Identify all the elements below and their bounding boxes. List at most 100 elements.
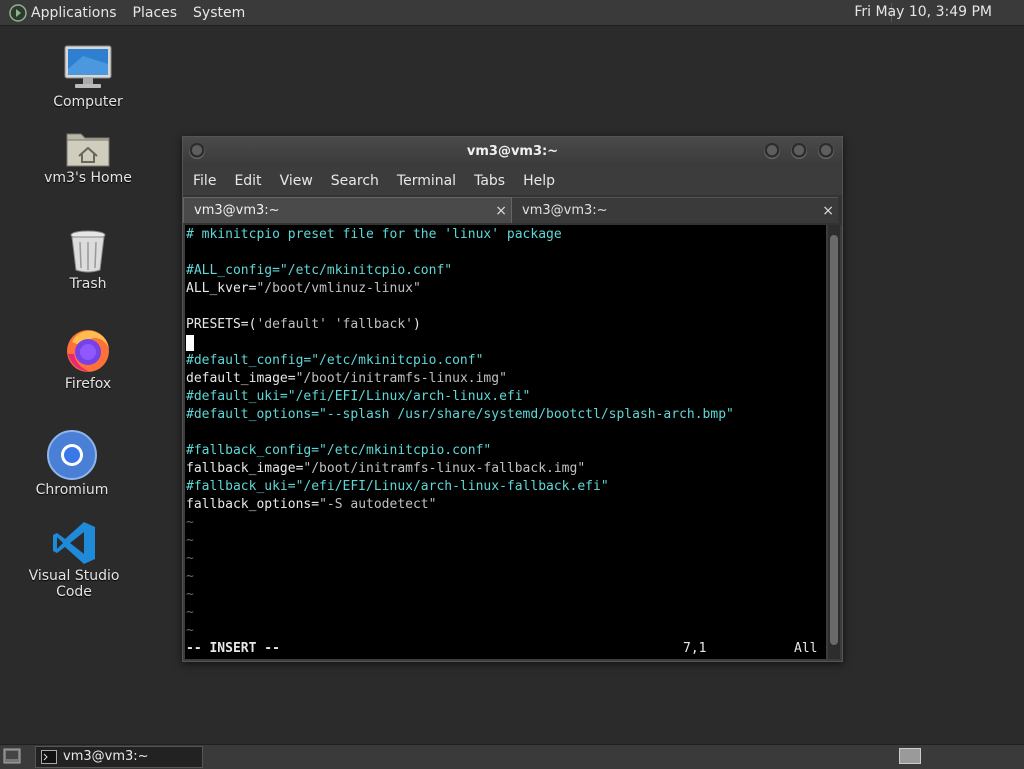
tab-1[interactable]: vm3@vm3:~ × — [183, 197, 512, 223]
tab-bar: vm3@vm3:~ × vm3@vm3:~ × — [183, 195, 842, 225]
clock[interactable]: Fri May 10, 3:49 PM — [854, 4, 992, 20]
editor-line: #fallback_uki="/efi/EFI/Linux/arch-linux… — [186, 478, 609, 496]
menu-terminal[interactable]: Terminal — [397, 173, 456, 189]
maximize-button[interactable] — [791, 143, 807, 159]
system-menu[interactable]: System — [193, 5, 245, 21]
tab-close-icon[interactable]: × — [495, 198, 507, 224]
vscode-icon — [53, 522, 95, 564]
tab-2[interactable]: vm3@vm3:~ × — [512, 197, 838, 223]
empty-line-marker: ~ — [186, 551, 194, 566]
editor-text: #default_uki="/efi/EFI/Linux/arch-linux.… — [186, 389, 531, 404]
editor-text: default_image= — [186, 371, 296, 386]
editor-line: # mkinitcpio preset file for the 'linux'… — [186, 226, 562, 244]
empty-line-marker: ~ — [186, 515, 194, 530]
editor-text: "/boot/vmlinuz-linux" — [256, 281, 421, 296]
menu-search[interactable]: Search — [331, 173, 379, 189]
desktop-icon-home[interactable]: vm3's Home — [28, 128, 148, 186]
window-titlebar[interactable]: vm3@vm3:~ — [183, 137, 842, 167]
empty-line-marker: ~ — [186, 623, 194, 638]
window-title: vm3@vm3:~ — [466, 144, 559, 159]
desktop-icon-vscode[interactable]: Visual Studio Code — [14, 520, 134, 600]
terminal-text-area[interactable]: -- INSERT -- 7,1 All # mkinitcpio preset… — [185, 225, 826, 659]
terminal-scrollbar[interactable] — [828, 225, 840, 659]
editor-text: PRESETS=( — [186, 317, 257, 332]
desktop-icon-label: vm3's Home — [44, 170, 132, 186]
show-desktop-icon[interactable] — [3, 748, 21, 764]
desktop-icon-label: Chromium — [35, 482, 109, 498]
editor-line: default_image="/boot/initramfs-linux.img… — [186, 370, 507, 388]
editor-text: #default_config="/etc/mkinitcpio.conf" — [186, 353, 484, 368]
minimize-button[interactable] — [764, 143, 780, 159]
applications-menu[interactable]: Applications — [31, 5, 117, 21]
bottom-panel: vm3@vm3:~ — [0, 744, 1024, 769]
desktop-icon-trash[interactable]: Trash — [28, 228, 148, 292]
editor-line: ~ — [186, 586, 194, 604]
terminal-window[interactable]: vm3@vm3:~ File Edit View Search Terminal… — [182, 136, 843, 662]
tab-label: vm3@vm3:~ — [194, 203, 280, 218]
desktop-icon-chromium[interactable]: Chromium — [12, 430, 132, 498]
editor-text: #ALL_config="/etc/mkinitcpio.conf" — [186, 263, 453, 278]
editor-line: #default_options="--splash /usr/share/sy… — [186, 406, 734, 424]
editor-line: fallback_image="/boot/initramfs-linux-fa… — [186, 460, 585, 478]
workspace-switcher-icon[interactable] — [899, 748, 921, 764]
editor-line: PRESETS=('default' 'fallback') — [186, 316, 421, 334]
empty-line-marker: ~ — [186, 605, 194, 620]
close-button[interactable] — [818, 143, 834, 159]
text-cursor — [186, 335, 194, 351]
editor-line: #fallback_config="/etc/mkinitcpio.conf" — [186, 442, 491, 460]
editor-line: ~ — [186, 514, 194, 532]
desktop-icon-label: Computer — [53, 94, 123, 110]
menu-tabs[interactable]: Tabs — [474, 173, 505, 189]
editor-line: ~ — [186, 532, 194, 550]
editor-line: ~ — [186, 622, 194, 640]
editor-text: fallback_options= — [186, 497, 320, 512]
editor-text: 'default' 'fallback' — [256, 317, 413, 332]
editor-line: ~ — [186, 550, 194, 568]
editor-line — [186, 334, 194, 352]
editor-text: "/boot/initramfs-linux.img" — [295, 371, 507, 386]
scrollbar-thumb[interactable] — [830, 235, 838, 645]
menu-help[interactable]: Help — [523, 173, 555, 189]
editor-line: fallback_options="-S autodetect" — [186, 496, 436, 514]
taskbar-item-label: vm3@vm3:~ — [63, 749, 149, 764]
places-menu[interactable]: Places — [133, 5, 178, 21]
home-folder-icon — [66, 133, 110, 167]
desktop-icon-label: Firefox — [64, 376, 112, 392]
editor-text: #fallback_config="/etc/mkinitcpio.conf" — [186, 443, 492, 458]
window-menu-button[interactable] — [189, 143, 205, 159]
menu-logo-icon[interactable] — [9, 3, 27, 22]
chromium-icon — [47, 430, 97, 480]
firefox-icon — [67, 330, 109, 372]
top-panel: Applications Places System Fri May 10, 3… — [0, 0, 1024, 26]
menu-view[interactable]: View — [280, 173, 313, 189]
cursor-position: 7,1 — [683, 641, 707, 656]
editor-text: # mkinitcpio preset file for the 'linux'… — [186, 227, 562, 242]
window-menubar: File Edit View Search Terminal Tabs Help — [183, 167, 842, 195]
menu-edit[interactable]: Edit — [234, 173, 261, 189]
editor-line: #ALL_config="/etc/mkinitcpio.conf" — [186, 262, 452, 280]
desktop-icon-computer[interactable]: Computer — [28, 44, 148, 110]
tab-close-icon[interactable]: × — [822, 198, 834, 224]
editor-text: "-S autodetect" — [319, 497, 437, 512]
desktop-icon-label: Trash — [69, 276, 107, 292]
computer-icon — [64, 45, 112, 88]
tab-label: vm3@vm3:~ — [522, 203, 608, 218]
editor-line: #default_uki="/efi/EFI/Linux/arch-linux.… — [186, 388, 530, 406]
vim-status-line: -- INSERT -- 7,1 All — [186, 640, 822, 658]
empty-line-marker: ~ — [186, 533, 194, 548]
editor-text: fallback_image= — [186, 461, 304, 476]
editor-line: ALL_kver="/boot/vmlinuz-linux" — [186, 280, 421, 298]
editor-text: ALL_kver= — [186, 281, 257, 296]
vim-mode: -- INSERT -- — [186, 641, 280, 656]
desktop-icon-firefox[interactable]: Firefox — [28, 326, 148, 392]
menu-file[interactable]: File — [193, 173, 216, 189]
terminal-icon — [41, 750, 57, 764]
editor-line: ~ — [186, 604, 194, 622]
editor-line: ~ — [186, 568, 194, 586]
trash-icon — [70, 230, 106, 273]
taskbar-item-terminal[interactable]: vm3@vm3:~ — [35, 746, 203, 768]
editor-line: #default_config="/etc/mkinitcpio.conf" — [186, 352, 483, 370]
editor-text: "/boot/initramfs-linux-fallback.img" — [303, 461, 586, 476]
desktop-icon-label: Visual Studio Code — [28, 568, 120, 600]
editor-text: ) — [413, 317, 421, 332]
